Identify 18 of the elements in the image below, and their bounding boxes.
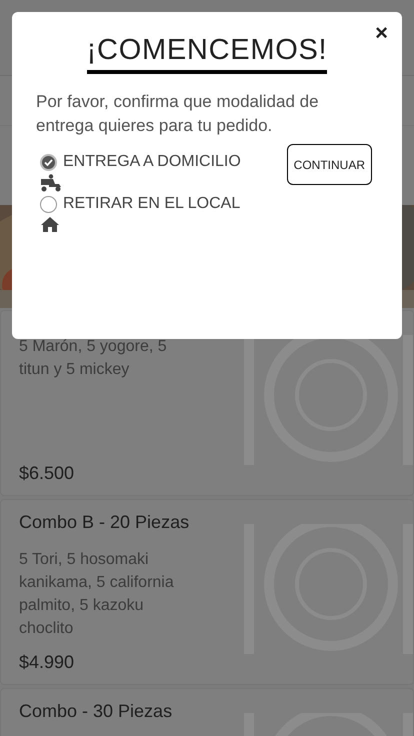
dialog-title: ¡COMENCEMOS! [86,32,328,74]
delivery-option[interactable]: RETIRAR EN EL LOCAL [40,192,241,216]
close-button[interactable]: × [375,22,388,44]
dialog-message: Por favor, confirma que modalidad de entrega quieres para tu pedido. [36,91,320,137]
continue-button[interactable]: CONTINUAR [286,144,372,185]
radio-button[interactable] [40,154,57,170]
check-icon [44,158,53,166]
delivery-option[interactable]: ENTREGA A DOMICILIO [40,150,241,174]
product-description: 5 Marón, 5 yogore, 5 titun y 5 mickey [19,337,168,380]
product-price: $4.990 [19,651,76,674]
product-card[interactable]: Combo B - 20 Piezas 5 Tori, 5 hosomaki kanikama, 5 california palmito, 5 kazoku choclito $4.990 [0,499,414,685]
product-name: Combo B - 20 Piezas [19,511,190,534]
product-price: $6.500 [19,462,76,485]
radio-button[interactable] [40,196,57,212]
product-card[interactable]: Combo - 30 Piezas [0,688,414,736]
product-name: Combo - 30 Piezas [19,700,174,723]
house-icon [40,216,60,233]
product-description: 5 Tori, 5 hosomaki kanikama, 5 california palmito, 5 kazoku choclito [19,550,175,639]
